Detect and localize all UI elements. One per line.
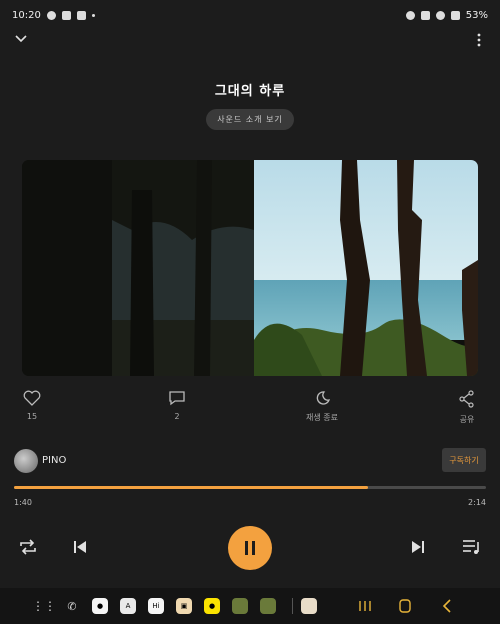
alarm-icon bbox=[405, 10, 415, 20]
like-count: 15 bbox=[26, 412, 38, 421]
chevron-down-icon[interactable] bbox=[14, 32, 28, 46]
hi-icon[interactable]: Hi bbox=[148, 598, 164, 614]
more-options-icon[interactable] bbox=[472, 32, 486, 48]
comment-button[interactable]: 2 bbox=[147, 390, 207, 421]
top-bar bbox=[0, 30, 500, 54]
moon-icon bbox=[316, 391, 331, 405]
notification-icon bbox=[46, 10, 56, 20]
more-notifications-dot bbox=[91, 13, 95, 17]
elapsed-time: 1:40 bbox=[14, 498, 32, 507]
signal-icon bbox=[450, 10, 460, 20]
recents-icon[interactable] bbox=[357, 599, 373, 613]
calendar-icon bbox=[61, 10, 71, 20]
pause-button[interactable] bbox=[228, 526, 272, 570]
subscribe-button[interactable]: 구독하기 bbox=[442, 448, 486, 472]
home-icon[interactable] bbox=[397, 599, 413, 613]
wifi-icon bbox=[435, 10, 445, 20]
phone-icon[interactable]: ✆ bbox=[64, 598, 80, 614]
back-icon[interactable] bbox=[439, 599, 455, 613]
progress-bar[interactable] bbox=[14, 486, 486, 489]
action-row: 15 2 재생 종료 공유 bbox=[0, 390, 500, 430]
sleep-timer-button[interactable]: 재생 종료 bbox=[292, 390, 352, 423]
like-button[interactable]: 15 bbox=[2, 390, 62, 421]
sound-intro-button[interactable]: 사운드 소개 보기 bbox=[206, 109, 294, 130]
sleep-timer-label: 재생 종료 bbox=[306, 413, 338, 422]
playlist-icon[interactable] bbox=[462, 538, 482, 556]
heart-icon bbox=[23, 390, 41, 406]
share-label: 공유 bbox=[459, 415, 475, 424]
repeat-icon[interactable] bbox=[18, 538, 38, 556]
gallery-icon[interactable] bbox=[301, 598, 317, 614]
playback-controls bbox=[0, 526, 500, 572]
avatar[interactable] bbox=[14, 449, 38, 473]
total-duration: 2:14 bbox=[468, 498, 486, 507]
cover-artwork bbox=[22, 160, 478, 376]
song-title: 그대의 하루 bbox=[214, 84, 286, 99]
folder2-icon[interactable] bbox=[260, 598, 276, 614]
navigation-bar: ⋮⋮ ✆ ● A Hi ▣ ● bbox=[0, 588, 500, 624]
mail-icon bbox=[76, 10, 86, 20]
share-button[interactable]: 공유 bbox=[437, 390, 497, 425]
next-icon[interactable] bbox=[410, 538, 426, 556]
battery-level: 53% bbox=[465, 9, 488, 21]
share-icon bbox=[459, 390, 474, 408]
tv-icon[interactable]: ▣ bbox=[176, 598, 192, 614]
pause-icon bbox=[245, 541, 255, 555]
dock-divider bbox=[292, 598, 293, 614]
clock: 10:20 bbox=[12, 9, 41, 21]
comment-icon bbox=[169, 391, 185, 406]
bluetooth-icon bbox=[420, 10, 430, 20]
status-bar: 10:20 53% bbox=[0, 0, 500, 30]
previous-icon[interactable] bbox=[72, 538, 88, 556]
artist-name[interactable]: PINO bbox=[42, 455, 66, 466]
apps-grid-icon[interactable]: ⋮⋮ bbox=[32, 598, 56, 614]
progress-fill bbox=[14, 486, 368, 489]
translate-icon[interactable]: A bbox=[120, 598, 136, 614]
artist-row: PINO 구독하기 bbox=[14, 448, 486, 473]
chat-icon[interactable]: ● bbox=[92, 598, 108, 614]
folder-icon[interactable] bbox=[232, 598, 248, 614]
kakao-icon[interactable]: ● bbox=[204, 598, 220, 614]
comment-count: 2 bbox=[174, 412, 180, 421]
